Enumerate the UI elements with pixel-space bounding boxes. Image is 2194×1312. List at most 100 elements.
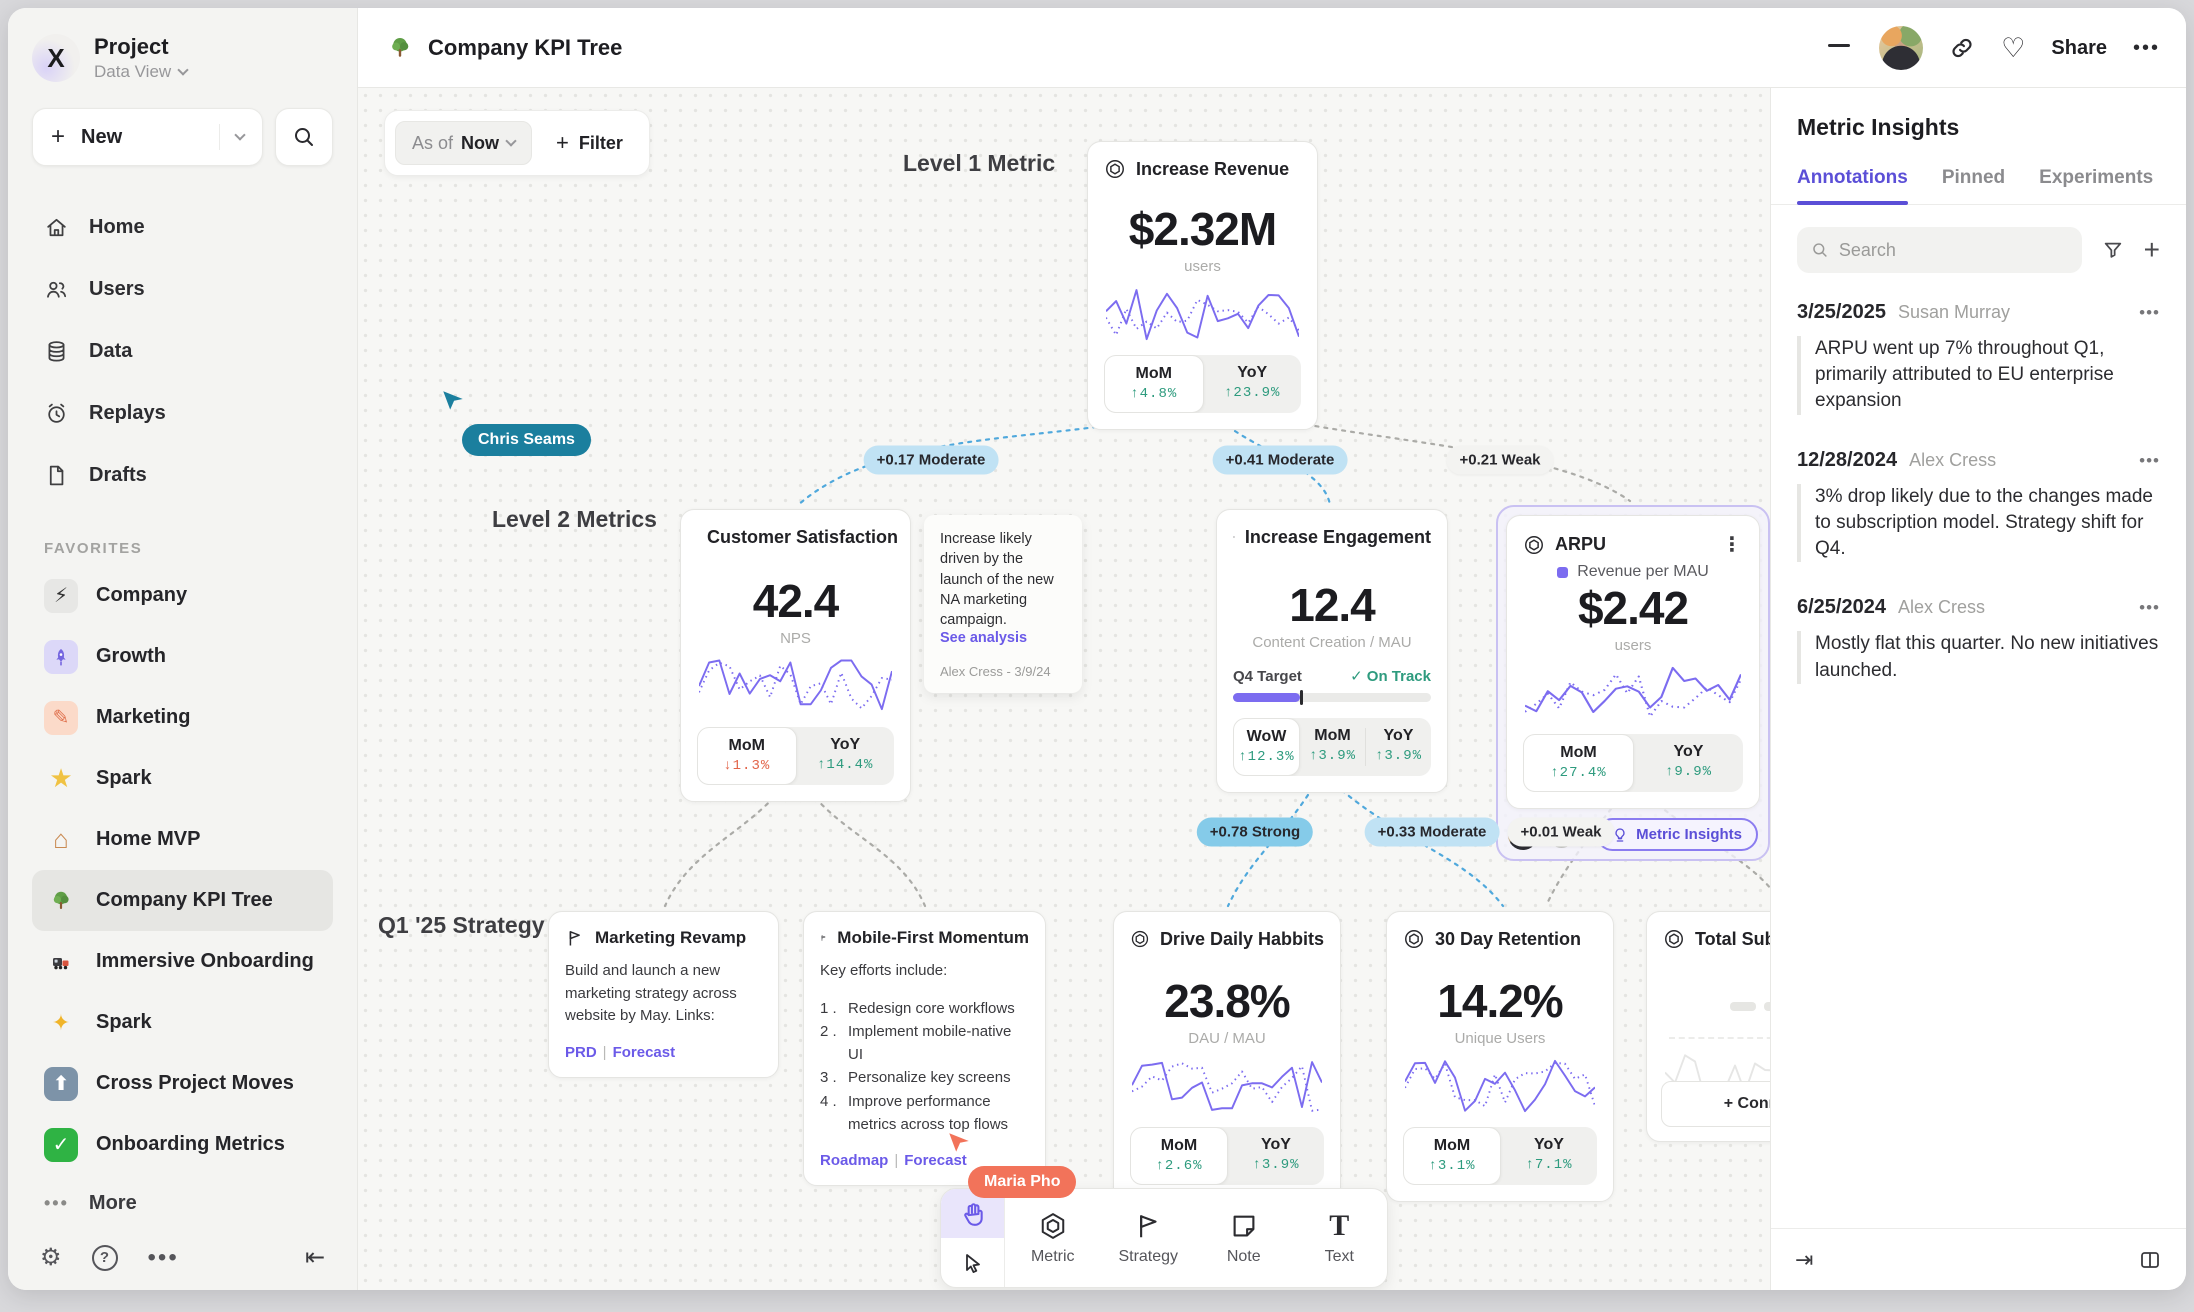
- settings-gear-icon[interactable]: ⚙: [40, 1243, 62, 1272]
- share-button[interactable]: Share: [2051, 37, 2107, 60]
- stat-wow[interactable]: WoW ↑12.3%: [1233, 718, 1300, 776]
- sidebar-item-cross-project-moves[interactable]: ⬆ Cross Project Moves: [32, 1053, 333, 1114]
- metric-card-arpu[interactable]: ARPU ⋮ Revenue per MAU $2.42 users Mo: [1506, 515, 1760, 809]
- sidebar-item-drafts[interactable]: Drafts: [32, 444, 333, 506]
- lightning-icon: ⚡: [44, 579, 78, 613]
- sidebar-item-spark-2[interactable]: ✦ Spark: [32, 992, 333, 1053]
- more-options-icon[interactable]: •••: [148, 1244, 179, 1272]
- kebab-menu-icon[interactable]: •••: [2139, 598, 2160, 618]
- metric-unit: Unique Users: [1403, 1030, 1597, 1047]
- tab-pinned[interactable]: Pinned: [1942, 167, 2005, 204]
- new-button[interactable]: + New: [32, 108, 263, 166]
- users-icon: [44, 277, 69, 302]
- collapse-panel-icon[interactable]: ⇥: [1795, 1247, 1813, 1273]
- metric-card-increase-engagement[interactable]: Increase Engagement 12.4 Content Creatio…: [1216, 509, 1448, 793]
- kebab-menu-icon[interactable]: •••: [2139, 451, 2160, 471]
- plus-icon: +: [51, 123, 65, 151]
- metric-card-total-subscriptions[interactable]: Total Subscript + Connec: [1646, 911, 1770, 1142]
- sidebar-more-button[interactable]: ••• More: [32, 1175, 333, 1231]
- metric-tool-button[interactable]: Metric: [1005, 1189, 1101, 1287]
- stat-mom[interactable]: MoM ↑4.8%: [1104, 355, 1204, 413]
- stat-yoy[interactable]: YoY ↑14.4%: [797, 727, 895, 785]
- sidebar-item-immersive-onboarding[interactable]: Immersive Onboarding: [32, 931, 333, 992]
- collapse-sidebar-icon[interactable]: ⇤: [305, 1243, 325, 1272]
- annotation-item[interactable]: 3/25/2025 Susan Murray ••• ARPU went up …: [1797, 301, 2160, 415]
- annotation-note-card[interactable]: Increase likely driven by the launch of …: [924, 515, 1082, 693]
- more-menu-icon[interactable]: •••: [2133, 37, 2160, 60]
- stat-mom[interactable]: MoM ↑27.4%: [1523, 734, 1634, 792]
- stat-yoy[interactable]: YoY ↑9.9%: [1634, 734, 1743, 792]
- tree-icon: [388, 36, 412, 60]
- roadmap-link[interactable]: Roadmap: [820, 1152, 888, 1169]
- sidebar-item-onboarding-metrics[interactable]: ✓ Onboarding Metrics: [32, 1114, 333, 1175]
- stat-mom[interactable]: MoM ↓1.3%: [697, 727, 797, 785]
- strategy-tool-button[interactable]: Strategy: [1101, 1189, 1197, 1287]
- search-button[interactable]: [275, 108, 333, 166]
- user-avatar[interactable]: [1879, 26, 1923, 70]
- pencil-icon: ✎: [44, 701, 78, 735]
- see-analysis-link[interactable]: See analysis: [940, 630, 1066, 646]
- strategy-links: PRD|Forecast: [565, 1044, 762, 1061]
- sidebar-item-marketing[interactable]: ✎ Marketing: [32, 687, 333, 748]
- stats-row: WoW ↑12.3% MoM ↑3.9% YoY ↑3.9%: [1233, 718, 1431, 776]
- text-tool-button[interactable]: T Text: [1292, 1189, 1388, 1287]
- prd-link[interactable]: PRD: [565, 1044, 597, 1061]
- sidebar-item-home-mvp[interactable]: ⌂ Home MVP: [32, 809, 333, 870]
- stat-yoy[interactable]: YoY ↑23.9%: [1204, 355, 1302, 413]
- level2-label: Level 2 Metrics: [492, 506, 657, 533]
- tab-experiments[interactable]: Experiments: [2039, 167, 2153, 204]
- annotation-item[interactable]: 12/28/2024 Alex Cress ••• 3% drop likely…: [1797, 449, 2160, 563]
- sidebar-item-growth[interactable]: Growth: [32, 626, 333, 687]
- strategy-card-marketing-revamp[interactable]: Marketing Revamp Build and launch a new …: [548, 911, 779, 1078]
- cursor-arrow-icon: [440, 388, 466, 414]
- metric-insights-button[interactable]: Metric Insights: [1596, 818, 1758, 851]
- panel-resize-handle[interactable]: [1828, 44, 1850, 47]
- sidebar-item-home[interactable]: Home: [32, 196, 333, 258]
- filter-button[interactable]: + Filter: [540, 130, 639, 156]
- connect-data-button[interactable]: + Connec: [1661, 1081, 1770, 1127]
- sidebar-item-spark[interactable]: ★ Spark: [32, 748, 333, 809]
- annotations-search[interactable]: [1797, 227, 2082, 273]
- workspace-logo: X: [32, 34, 80, 82]
- search-input[interactable]: [1839, 240, 2068, 261]
- project-view-selector[interactable]: Data View: [94, 62, 187, 82]
- annotation-item[interactable]: 6/25/2024 Alex Cress ••• Mostly flat thi…: [1797, 596, 2160, 683]
- tab-annotations[interactable]: Annotations: [1797, 167, 1908, 204]
- help-icon[interactable]: ?: [92, 1245, 118, 1271]
- favorite-heart-icon[interactable]: ♡: [2001, 33, 2025, 64]
- select-tool-button[interactable]: [941, 1238, 1004, 1287]
- stats-row: MoM ↑4.8% YoY ↑23.9%: [1104, 355, 1301, 413]
- kebab-menu-icon[interactable]: •••: [2139, 303, 2160, 323]
- sidebar-item-users[interactable]: Users: [32, 258, 333, 320]
- sidebar-nav: Home Users Data Replays Drafts: [32, 196, 333, 506]
- split-panel-icon[interactable]: [2138, 1248, 2162, 1272]
- metric-card-increase-revenue[interactable]: Increase Revenue $2.32M users MoM ↑4.8% …: [1087, 141, 1318, 430]
- project-switcher[interactable]: X Project Data View: [32, 34, 333, 82]
- stat-yoy[interactable]: YoY ↑7.1%: [1501, 1127, 1597, 1185]
- filter-funnel-icon[interactable]: [2102, 239, 2124, 261]
- add-annotation-icon[interactable]: +: [2144, 234, 2160, 266]
- note-tool-button[interactable]: Note: [1196, 1189, 1292, 1287]
- sidebar-item-replays[interactable]: Replays: [32, 382, 333, 444]
- sidebar-item-company[interactable]: ⚡ Company: [32, 565, 333, 626]
- forecast-link[interactable]: Forecast: [613, 1044, 676, 1061]
- stat-mom[interactable]: MoM ↑3.9%: [1300, 718, 1365, 776]
- hexagon-metric-icon: [1038, 1211, 1068, 1241]
- metric-card-arpu-selection[interactable]: ARPU ⋮ Revenue per MAU $2.42 users Mo: [1496, 505, 1770, 861]
- sidebar-item-company-kpi-tree[interactable]: Company KPI Tree: [32, 870, 333, 931]
- metric-card-customer-satisfaction[interactable]: Customer Satisfaction 42.4 NPS MoM ↓1.3%…: [680, 509, 911, 802]
- metric-card-30-day-retention[interactable]: 30 Day Retention 14.2% Unique Users MoM …: [1386, 911, 1614, 1202]
- kpi-tree-canvas[interactable]: As of Now + Filter Level 1 Metric Level …: [358, 88, 1770, 1290]
- stat-yoy[interactable]: YoY ↑3.9%: [1366, 718, 1431, 776]
- kebab-menu-icon[interactable]: ⋮: [1722, 532, 1743, 557]
- metric-card-drive-daily-habbits[interactable]: Drive Daily Habbits 23.8% DAU / MAU MoM …: [1113, 911, 1341, 1202]
- as-of-selector[interactable]: As of Now: [395, 121, 532, 165]
- flag-icon: [1133, 1211, 1163, 1241]
- stat-yoy[interactable]: YoY ↑3.9%: [1228, 1127, 1324, 1185]
- sidebar-item-data[interactable]: Data: [32, 320, 333, 382]
- stat-mom[interactable]: MoM ↑3.1%: [1403, 1127, 1501, 1185]
- metric-unit: Content Creation / MAU: [1233, 634, 1431, 651]
- flag-icon: [565, 928, 585, 948]
- link-icon[interactable]: [1949, 35, 1975, 61]
- stat-mom[interactable]: MoM ↑2.6%: [1130, 1127, 1228, 1185]
